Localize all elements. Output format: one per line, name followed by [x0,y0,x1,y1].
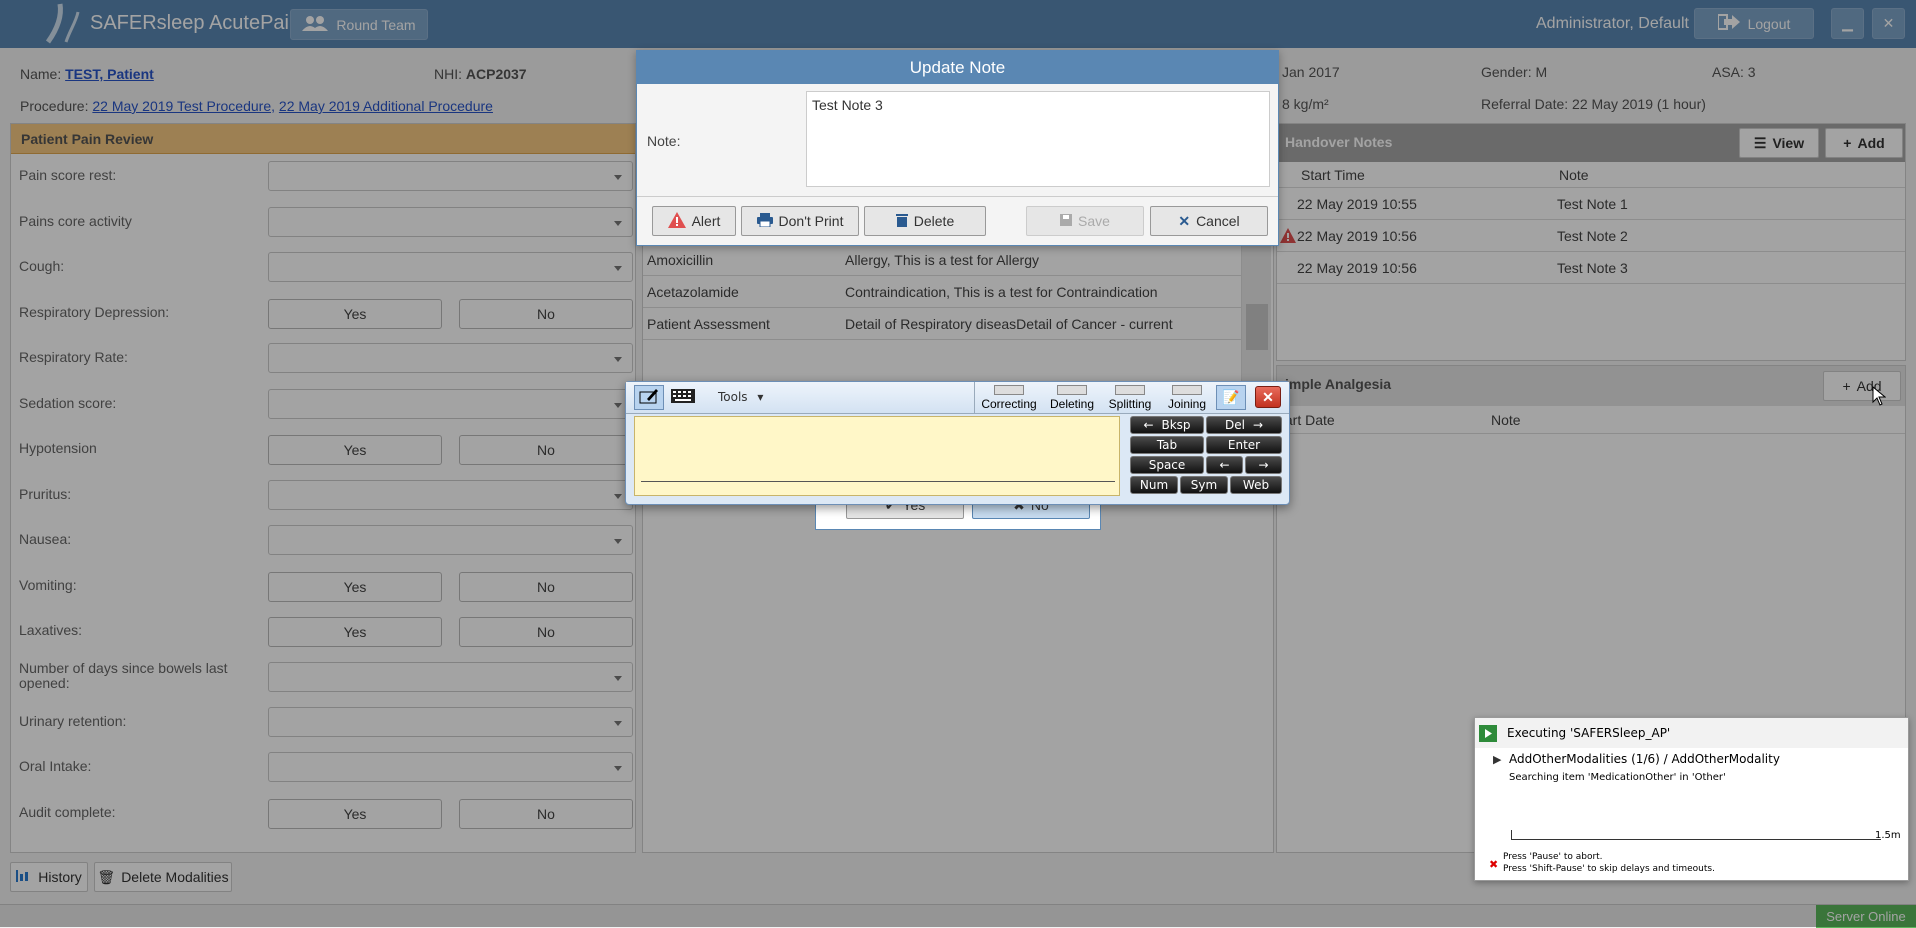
correcting-gesture[interactable]: Correcting [978,385,1040,411]
delete-button[interactable]: Delete [864,206,986,236]
alert-label: Alert [691,213,721,229]
del-key[interactable]: Del → [1206,416,1282,434]
writing-baseline [641,481,1115,482]
cancel-label: Cancel [1196,213,1240,229]
arrow-right-icon: → [1258,458,1269,472]
tip-tools-separator [974,382,975,414]
right-arrow-key[interactable]: → [1245,456,1282,474]
left-arrow-key[interactable]: ← [1206,456,1243,474]
execution-popup: Executing 'SAFERSleep_AP' ▶ AddOtherModa… [1474,717,1909,881]
mouse-cursor-icon [1872,385,1887,409]
save-button[interactable]: Save [1026,206,1144,236]
writing-pad-tab[interactable] [634,385,664,410]
sym-key[interactable]: Sym [1180,476,1228,494]
printer-icon [756,212,773,230]
space-key[interactable]: Space [1130,456,1204,474]
tip-close-button[interactable]: ✕ [1255,386,1281,408]
trash-icon [895,213,908,230]
num-key[interactable]: Num [1130,476,1178,494]
floppy-icon [1060,213,1073,229]
pen-icon [639,388,659,407]
bksp-label: Bksp [1161,418,1191,432]
arrow-left-icon: ← [1219,458,1230,472]
update-note-titlebar: Update Note [637,51,1278,84]
num-label: Num [1139,478,1169,492]
tab-label: Tab [1156,438,1178,452]
execution-step: AddOtherModalities (1/6) / AddOtherModal… [1509,752,1780,766]
note-label: Note: [647,133,681,149]
web-label: Web [1242,478,1270,492]
play-icon [1479,725,1497,746]
keyboard-icon [671,389,695,406]
alert-button[interactable]: Alert [652,206,736,236]
backspace-key[interactable]: ← Bksp [1130,416,1204,434]
tools-menu[interactable]: Tools ▾ [718,390,763,404]
deleting-label: Deleting [1049,397,1095,411]
enter-label: Enter [1227,438,1261,452]
abort-icon: ✖ [1489,858,1499,871]
chevron-down-icon: ▾ [757,390,764,404]
note-textarea[interactable]: Test Note 3 [806,91,1270,187]
deleting-icon [1057,385,1087,395]
close-icon: ✕ [1262,388,1274,405]
keyboard-tab[interactable] [668,385,698,410]
correcting-icon [994,385,1024,395]
execution-time: 1.5m [1875,830,1901,841]
help-button[interactable]: 📝 [1216,385,1246,410]
space-label: Space [1148,458,1186,472]
cancel-button[interactable]: ✕ Cancel [1150,206,1268,236]
arrow-right-icon: → [1252,418,1264,432]
splitting-label: Splitting [1108,397,1152,411]
correcting-label: Correcting [981,397,1037,411]
execution-header: Executing 'SAFERSleep_AP' [1475,718,1908,748]
enter-key[interactable]: Enter [1206,436,1282,454]
delete-label: Delete [913,213,955,229]
update-note-title: Update Note [909,57,1006,77]
execution-hint-1: Press 'Pause' to abort. [1503,852,1603,862]
close-icon: ✕ [1178,212,1191,229]
update-note-dialog: Update Note Note: Test Note 3 Alert Don'… [636,50,1279,246]
tools-label: Tools [718,390,748,404]
warning-icon [667,211,686,231]
tab-key[interactable]: Tab [1130,436,1204,454]
dont-print-label: Don't Print [778,213,844,229]
joining-gesture[interactable]: Joining [1160,385,1214,411]
execution-detail: Searching item 'MedicationOther' in 'Oth… [1509,772,1726,783]
execution-title: Executing 'SAFERSleep_AP' [1507,726,1671,740]
execution-hint-2: Press 'Shift-Pause' to skip delays and t… [1503,864,1715,874]
dialog-divider [637,196,1278,197]
joining-icon [1172,385,1202,395]
tip-toolbar: Tools ▾ Correcting Deleting Splitting Jo… [626,382,1289,414]
joining-label: Joining [1167,397,1207,411]
execution-timeline [1511,830,1881,840]
arrow-left-icon: ← [1143,418,1154,432]
web-key[interactable]: Web [1230,476,1282,494]
expand-arrow-icon[interactable]: ▶ [1493,753,1501,766]
deleting-gesture[interactable]: Deleting [1044,385,1100,411]
dont-print-button[interactable]: Don't Print [741,206,859,236]
sym-label: Sym [1190,478,1218,492]
splitting-icon [1115,385,1145,395]
handwriting-area[interactable] [634,416,1120,496]
splitting-gesture[interactable]: Splitting [1102,385,1158,411]
save-label: Save [1078,213,1110,229]
tablet-input-panel: Tools ▾ Correcting Deleting Splitting Jo… [625,381,1290,505]
del-label: Del [1224,418,1245,432]
help-icon: 📝 [1222,389,1240,405]
